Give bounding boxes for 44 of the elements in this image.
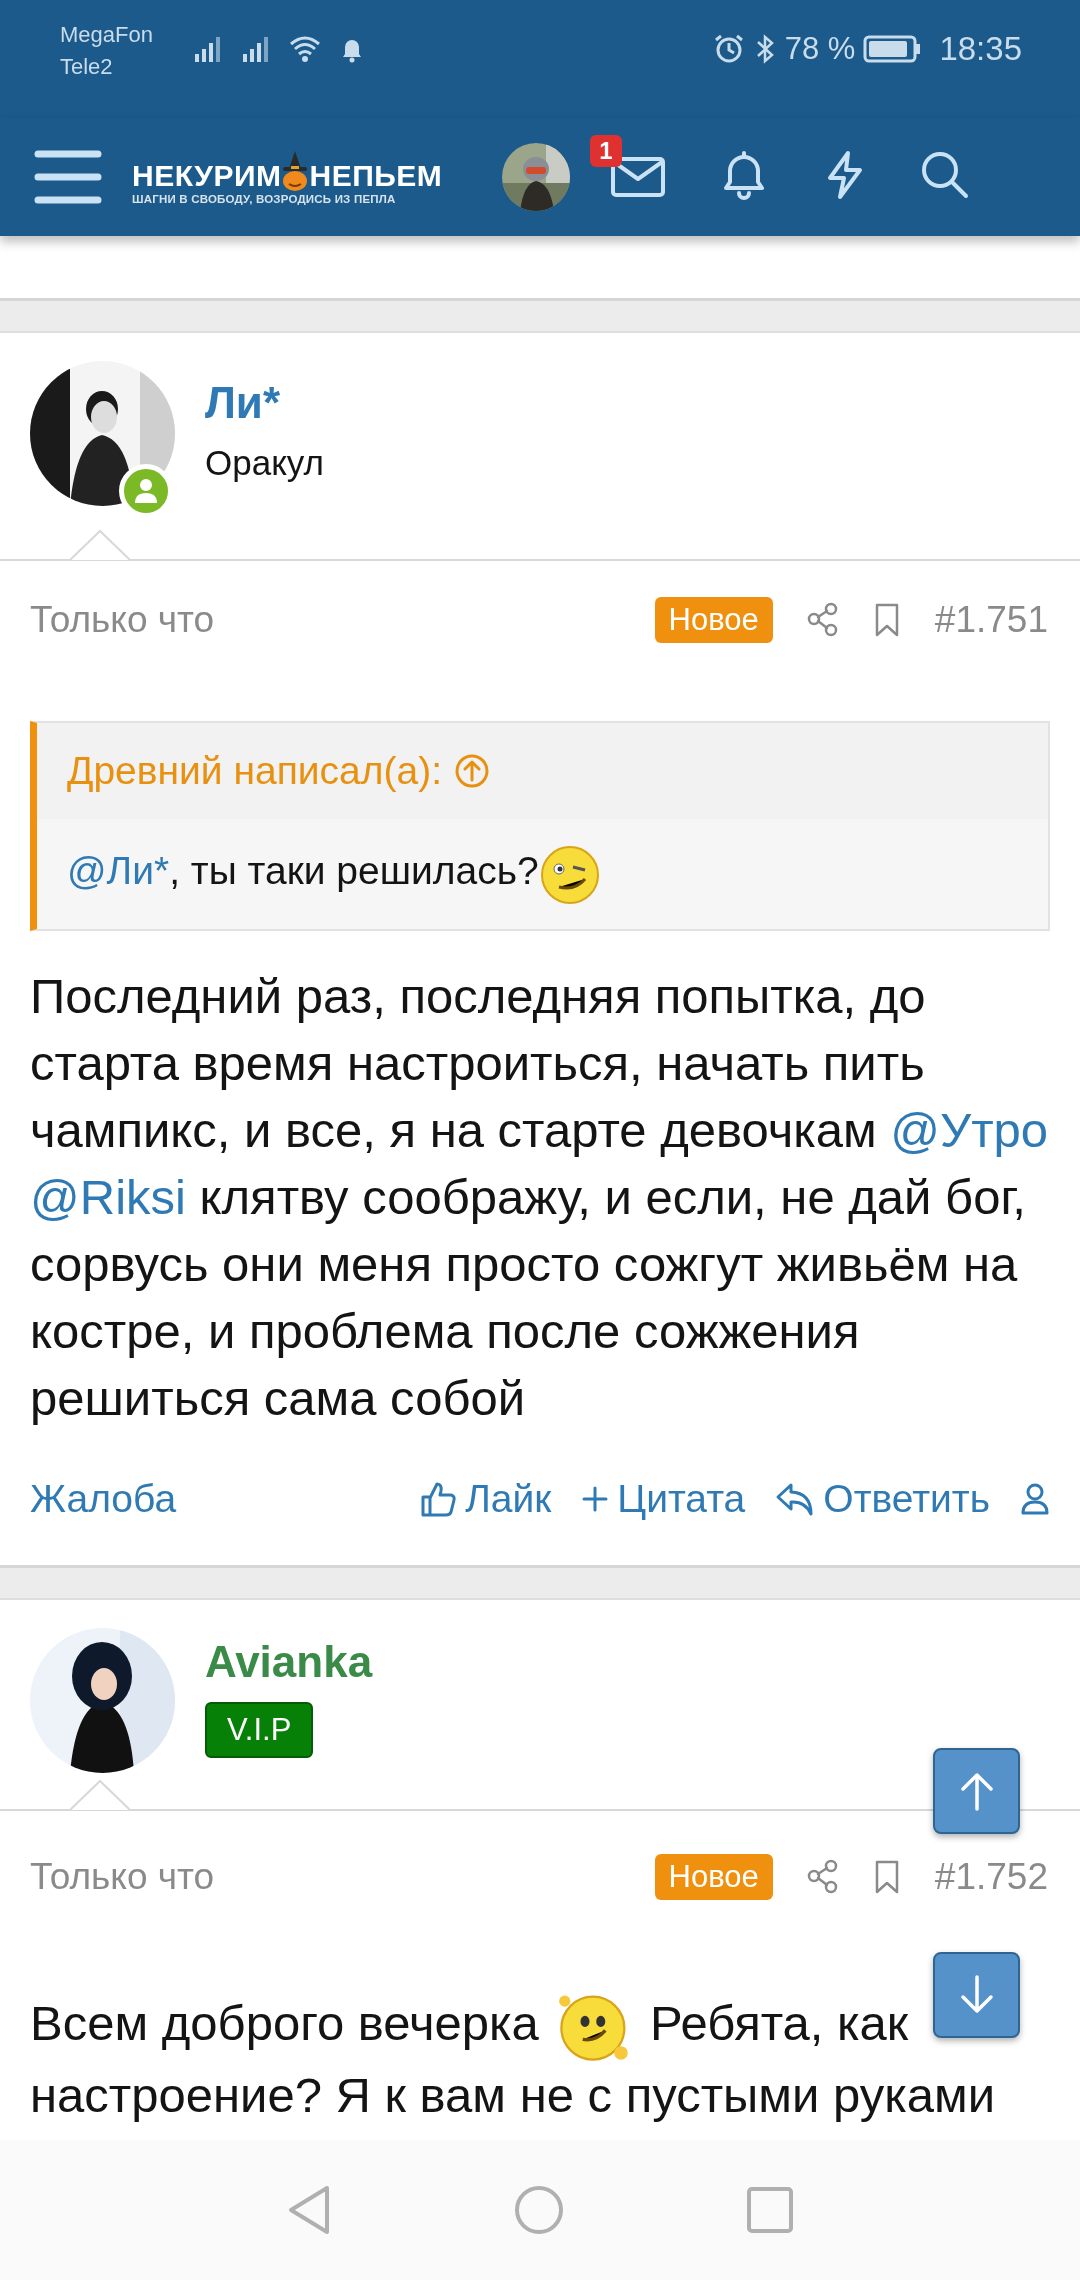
scroll-up-button[interactable] <box>933 1748 1020 1834</box>
post-text: Всем доброго вечерка Ребята, как <box>30 1990 909 2063</box>
post-time: Только что <box>30 599 215 641</box>
signal-icon <box>192 34 223 64</box>
reply-link[interactable]: Ответить <box>775 1477 990 1521</box>
logo-tagline: ШАГНИ В СВОБОДУ, ВОЗРОДИСЬ ИЗ ПЕПЛА <box>132 193 397 205</box>
share-icon[interactable] <box>806 1859 839 1895</box>
alarm-icon <box>712 33 745 65</box>
post-number[interactable]: #1.751 <box>934 599 1048 641</box>
carrier-name: Tele2 <box>60 53 114 81</box>
quote-link[interactable]: Цитата <box>581 1477 746 1521</box>
logo-text: НЕКУРИМ <box>132 161 282 191</box>
share-icon[interactable] <box>806 602 839 638</box>
post-text: Последний раз, последняя попытка, до старта время настроиться, начать пить чампикс, и все, я на старте девочкам @Утро @Riksi клятву соображу, и если, не дай бог, сорвусь они меня просто сожгут живьём на костре, и проблема после сожжения решиться сама собой <box>30 968 1050 1427</box>
mention-link[interactable]: @Riksi <box>30 1170 186 1224</box>
report-link[interactable]: Жалоба <box>30 1477 177 1521</box>
post-time: Только что <box>30 1856 215 1898</box>
user-badge: V.I.P <box>205 1702 314 1758</box>
battery-percent: 78 % <box>784 31 856 67</box>
battery-icon <box>863 34 922 64</box>
author-name[interactable]: Avianka <box>205 1632 373 1692</box>
quote-text: @Ли*, ты таки решилась? <box>67 843 603 905</box>
post-text: настроение? Я к вам не с пустыми руками <box>30 2067 996 2125</box>
notification-badge: 1 <box>590 135 622 167</box>
post-number[interactable]: #1.752 <box>934 1856 1048 1898</box>
mention-link[interactable]: @Ли* <box>67 849 170 893</box>
user-title: Оракул <box>205 443 324 483</box>
thumbs-up-icon <box>419 1480 458 1518</box>
menu-icon[interactable] <box>34 149 102 205</box>
new-badge: Новое <box>654 1854 773 1900</box>
pumpkin-hat-icon <box>281 149 310 191</box>
user-icon[interactable] <box>1020 1482 1050 1516</box>
plus-icon <box>581 1485 610 1513</box>
signal-icon <box>240 34 271 64</box>
scroll-down-button[interactable] <box>933 1952 1020 2038</box>
logo-text: НЕПЬЕМ <box>309 161 443 191</box>
carrier-name: MegaFon <box>60 21 153 49</box>
like-link[interactable]: Лайк <box>419 1477 552 1521</box>
search-icon[interactable] <box>920 150 971 200</box>
mention-link[interactable]: @Утро <box>890 1103 1049 1157</box>
new-badge: Новое <box>654 597 773 643</box>
wifi-icon <box>288 34 321 64</box>
author-name[interactable]: Ли* <box>205 373 324 433</box>
clock: 18:35 <box>939 30 1022 68</box>
